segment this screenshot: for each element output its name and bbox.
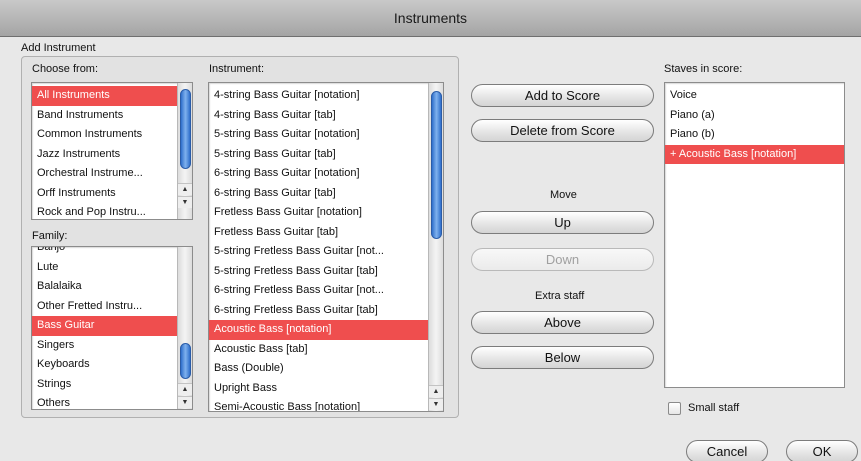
list-item[interactable]: Other Fretted Instru... xyxy=(32,297,192,317)
choose-from-list[interactable]: All Instruments Band Instruments Common In… xyxy=(31,82,193,220)
small-staff-label: Small staff xyxy=(688,402,740,414)
family-label: Family: xyxy=(32,230,68,242)
move-up-button[interactable]: Up xyxy=(471,211,654,234)
list-item[interactable]: Lute xyxy=(32,258,192,278)
list-item[interactable]: 5-string Fretless Bass Guitar [tab] xyxy=(209,262,443,282)
list-item[interactable]: Bass Guitar xyxy=(32,316,192,336)
list-item[interactable]: 5-string Fretless Bass Guitar [not... xyxy=(209,242,443,262)
list-item[interactable]: Banjo xyxy=(32,247,192,258)
list-item[interactable]: Balalaika xyxy=(32,277,192,297)
extra-staff-above-button[interactable]: Above xyxy=(471,311,654,334)
down-arrow-icon[interactable]: ▼ xyxy=(178,396,192,408)
list-item[interactable]: 6-string Fretless Bass Guitar [tab] xyxy=(209,301,443,321)
instrument-label: Instrument: xyxy=(209,63,265,75)
list-item[interactable]: All Instruments xyxy=(32,86,192,106)
list-item[interactable]: Semi-Acoustic Bass [notation] xyxy=(209,398,443,411)
list-item[interactable]: 6-string Fretless Bass Guitar [not... xyxy=(209,281,443,301)
ok-button[interactable]: OK xyxy=(786,440,858,461)
window-titlebar: Instruments xyxy=(0,0,861,37)
list-item[interactable]: + Acoustic Bass [notation] xyxy=(665,144,844,164)
list-item[interactable]: Bass (Double) xyxy=(209,359,443,379)
choose-from-scrollbar[interactable]: ▲ ▼ xyxy=(177,83,192,219)
list-item[interactable]: Orff Instruments xyxy=(32,184,192,204)
list-item[interactable]: Fretless Bass Guitar [tab] xyxy=(209,223,443,243)
choose-from-label: Choose from: xyxy=(32,63,99,75)
instrument-scroll-thumb[interactable] xyxy=(431,91,442,239)
list-item[interactable]: Rock and Pop Instru... xyxy=(32,203,192,219)
list-item[interactable]: Others xyxy=(32,394,192,409)
list-item[interactable]: Voice xyxy=(665,86,844,106)
list-item[interactable]: 6-string Bass Guitar [notation] xyxy=(209,164,443,184)
list-item[interactable]: Acoustic Bass [tab] xyxy=(209,340,443,360)
list-item[interactable]: Piano (a) xyxy=(665,106,844,126)
up-arrow-icon[interactable]: ▲ xyxy=(429,385,443,397)
family-scroll-thumb[interactable] xyxy=(180,343,191,379)
list-item[interactable]: Acoustic Bass [notation] xyxy=(209,320,443,340)
choose-from-scroll-thumb[interactable] xyxy=(180,89,191,169)
down-arrow-icon[interactable]: ▼ xyxy=(178,196,192,208)
family-list[interactable]: Banjo Lute Balalaika Other Fretted Instru..… xyxy=(31,246,193,410)
list-item[interactable]: Keyboards xyxy=(32,355,192,375)
up-arrow-icon[interactable]: ▲ xyxy=(178,383,192,395)
list-item[interactable]: Orchestral Instrume... xyxy=(32,164,192,184)
list-item[interactable]: Piano (b) xyxy=(665,125,844,145)
up-arrow-icon[interactable]: ▲ xyxy=(178,183,192,195)
list-item[interactable]: Jazz Instruments xyxy=(32,145,192,165)
window-title: Instruments xyxy=(393,10,468,26)
list-item[interactable]: Singers xyxy=(32,336,192,356)
list-item[interactable]: 4-string Bass Guitar [notation] xyxy=(209,86,443,106)
list-item[interactable]: 5-string Bass Guitar [tab] xyxy=(209,145,443,165)
down-arrow-icon[interactable]: ▼ xyxy=(429,398,443,410)
staves-in-score-list[interactable]: Voice Piano (a) Piano (b) + Acoustic Bass [… xyxy=(664,82,845,388)
small-staff-checkbox[interactable] xyxy=(668,402,681,415)
staves-in-score-label: Staves in score: xyxy=(664,63,743,75)
add-to-score-button[interactable]: Add to Score xyxy=(471,84,654,107)
list-item[interactable]: Band Instruments xyxy=(32,106,192,126)
list-item[interactable]: 4-string Bass Guitar [tab] xyxy=(209,106,443,126)
list-item[interactable]: Fretless Bass Guitar [notation] xyxy=(209,203,443,223)
family-scrollbar[interactable]: ▲ ▼ xyxy=(177,247,192,409)
extra-staff-label: Extra staff xyxy=(535,290,585,302)
extra-staff-below-button[interactable]: Below xyxy=(471,346,654,369)
move-label: Move xyxy=(550,189,577,201)
instrument-list[interactable]: 4-string Bass Guitar [notation] 4-string … xyxy=(208,82,444,412)
add-instrument-label: Add Instrument xyxy=(21,42,96,54)
cancel-button[interactable]: Cancel xyxy=(686,440,768,461)
delete-from-score-button[interactable]: Delete from Score xyxy=(471,119,654,142)
list-item[interactable]: Upright Bass xyxy=(209,379,443,399)
list-item[interactable]: 6-string Bass Guitar [tab] xyxy=(209,184,443,204)
list-item[interactable]: Strings xyxy=(32,375,192,395)
list-item[interactable]: 5-string Bass Guitar [notation] xyxy=(209,125,443,145)
list-item[interactable]: Common Instruments xyxy=(32,125,192,145)
instrument-scrollbar[interactable]: ▲ ▼ xyxy=(428,83,443,411)
move-down-button[interactable]: Down xyxy=(471,248,654,271)
